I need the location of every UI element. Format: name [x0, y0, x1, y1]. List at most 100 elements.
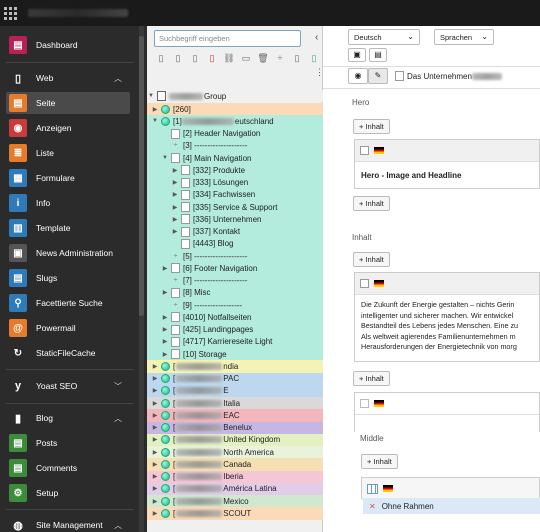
- caret-right-icon[interactable]: ▶: [151, 485, 159, 492]
- tree-node[interactable]: ▶ [10] Storage: [147, 348, 323, 361]
- new-page-icon[interactable]: ▯: [155, 53, 167, 65]
- new-content-icon[interactable]: ▣: [348, 48, 366, 62]
- caret-right-icon[interactable]: ▶: [161, 351, 169, 358]
- tree-node[interactable]: ▶ [332] Produkte: [147, 164, 323, 177]
- caret-right-icon[interactable]: ▶: [151, 363, 159, 370]
- sidebar-item-template[interactable]: ▥ Template: [6, 217, 130, 239]
- collapse-panel-icon[interactable]: ‹: [315, 32, 318, 43]
- caret-down-icon[interactable]: ▼: [151, 118, 159, 124]
- frame-setting[interactable]: ✕ Ohne Rahmen: [363, 498, 540, 514]
- tree-node[interactable]: ▶[América Latina: [147, 482, 323, 496]
- caret-right-icon[interactable]: ▶: [161, 338, 169, 345]
- caret-right-icon[interactable]: ▶: [161, 265, 169, 272]
- tree-node[interactable]: ▶ [333] Lösungen: [147, 176, 323, 189]
- caret-right-icon[interactable]: ▶: [151, 106, 159, 113]
- tree-node[interactable]: ÷ [7] --------------------: [147, 274, 323, 287]
- caret-right-icon[interactable]: ▶: [171, 228, 179, 235]
- tree-node[interactable]: ▶[Mexico: [147, 495, 323, 508]
- caret-right-icon[interactable]: ▶: [151, 400, 159, 407]
- new-page-inside-icon[interactable]: ▯: [172, 53, 184, 65]
- caret-right-icon[interactable]: ▶: [161, 289, 169, 296]
- clipboard-icon[interactable]: ▤: [369, 48, 387, 62]
- sidebar-item-info[interactable]: i Info: [6, 192, 130, 214]
- delete-page-icon[interactable]: ▯: [206, 53, 218, 65]
- content-element-text[interactable]: Die Zukunft der Energie gestalten – nich…: [354, 272, 540, 362]
- sidebar-item-posts[interactable]: ▤ Posts: [6, 432, 130, 454]
- tree-node[interactable]: ▶[North America: [147, 446, 323, 459]
- caret-right-icon[interactable]: ▶: [151, 498, 159, 505]
- tree-node[interactable]: ▶[EAC: [147, 409, 323, 422]
- select-checkbox[interactable]: [360, 279, 369, 288]
- caret-right-icon[interactable]: ▶: [171, 191, 179, 198]
- sidebar-item-liste[interactable]: ≣ Liste: [6, 142, 130, 164]
- tree-node[interactable]: ▶[Italia: [147, 397, 323, 410]
- sidebar-item-facettierte-suche[interactable]: ⚲ Facettierte Suche: [6, 292, 130, 314]
- sidebar-group-yoast[interactable]: y Yoast SEO ﹀: [6, 375, 130, 397]
- tree-node[interactable]: ▶ [335] Service & Support: [147, 201, 323, 214]
- caret-right-icon[interactable]: ▶: [171, 204, 179, 211]
- tree-node[interactable]: ÷ [3] --------------------: [147, 139, 323, 153]
- tree-node[interactable]: ▶ [260]: [147, 103, 323, 116]
- tree-node[interactable]: ▶[PAC: [147, 372, 323, 385]
- tree-node[interactable]: ▶ [334] Fachwissen: [147, 188, 323, 202]
- recycler-icon[interactable]: ▯: [291, 53, 303, 65]
- tree-node[interactable]: ▼ [4] Main Navigation: [147, 152, 323, 165]
- add-content-button[interactable]: + Inhalt: [353, 119, 390, 134]
- caret-right-icon[interactable]: ▶: [161, 326, 169, 333]
- languages-menu[interactable]: Sprachen ⌄: [434, 29, 494, 45]
- sidebar-item-news[interactable]: ▣ News Administration: [6, 242, 130, 264]
- tree-node[interactable]: [4443] Blog: [147, 237, 323, 251]
- sidebar-item-dashboard[interactable]: ▤ Dashboard: [6, 34, 130, 56]
- trash-icon[interactable]: 🗑: [257, 53, 269, 65]
- tree-node[interactable]: ÷ [5] --------------------: [147, 250, 323, 263]
- link-icon[interactable]: ⛓: [223, 53, 235, 65]
- tree-node[interactable]: ▼ [1] eutschland: [147, 115, 323, 128]
- content-element-nested[interactable]: [361, 477, 540, 500]
- sidebar-item-powermail[interactable]: @ Powermail: [6, 317, 130, 339]
- sidebar-group-site-management[interactable]: ◍ Site Management ︿: [6, 514, 130, 532]
- tree-node[interactable]: ▶[United Kingdom: [147, 433, 323, 447]
- caret-down-icon[interactable]: ▼: [161, 155, 169, 161]
- sidebar-item-setup[interactable]: ⚙ Setup: [6, 482, 130, 504]
- tree-node[interactable]: ▶[Iberia: [147, 470, 323, 483]
- tree-node[interactable]: ▶ [8] Misc: [147, 286, 323, 300]
- caret-right-icon[interactable]: ▶: [171, 179, 179, 186]
- caret-right-icon[interactable]: ▶: [151, 387, 159, 394]
- caret-right-icon[interactable]: ▶: [171, 216, 179, 223]
- select-checkbox[interactable]: [360, 146, 369, 155]
- sidebar-group-web[interactable]: ▯ Web ︿: [6, 67, 130, 89]
- tree-node[interactable]: ▶[Canada: [147, 458, 323, 471]
- divider-icon[interactable]: ÷: [274, 53, 286, 65]
- caret-right-icon[interactable]: ▶: [151, 436, 159, 443]
- tree-node[interactable]: ▶[ndia: [147, 360, 323, 373]
- sidebar-item-seite[interactable]: ▤ Seite: [6, 92, 130, 114]
- caret-right-icon[interactable]: ▶: [151, 461, 159, 468]
- tree-node[interactable]: ▶ [336] Unternehmen: [147, 213, 323, 226]
- add-content-button[interactable]: + Inhalt: [353, 371, 390, 386]
- caret-down-icon[interactable]: ▼: [147, 93, 155, 99]
- new-page-after-icon[interactable]: ▯: [189, 53, 201, 65]
- caret-right-icon[interactable]: ▶: [151, 375, 159, 382]
- caret-right-icon[interactable]: ▶: [151, 449, 159, 456]
- tree-node[interactable]: ▶ [4717] Karriereseite Light: [147, 335, 323, 349]
- caret-right-icon[interactable]: ▶: [161, 314, 169, 321]
- view-button[interactable]: ◉: [348, 68, 368, 84]
- add-content-button[interactable]: + Inhalt: [353, 252, 390, 267]
- tree-root[interactable]: ▼ Group: [147, 90, 323, 103]
- tree-node[interactable]: ▶ [4010] Notfallseiten: [147, 311, 323, 324]
- tree-node[interactable]: ÷ [9] ------------------: [147, 299, 323, 312]
- caret-right-icon[interactable]: ▶: [151, 412, 159, 419]
- tree-node[interactable]: ▶ [337] Kontakt: [147, 225, 323, 238]
- apps-grid-icon[interactable]: [3, 6, 17, 20]
- caret-right-icon[interactable]: ▶: [171, 167, 179, 174]
- sidebar-item-slugs[interactable]: ▤ Slugs: [6, 267, 130, 289]
- tree-node[interactable]: ▶ [6] Footer Navigation: [147, 262, 323, 275]
- sidebar-item-staticfilecache[interactable]: ↻ StaticFileCache: [6, 342, 130, 364]
- caret-right-icon[interactable]: ▶: [151, 424, 159, 431]
- tree-node[interactable]: ▶[E: [147, 384, 323, 398]
- content-element-container[interactable]: [354, 392, 540, 432]
- caret-right-icon[interactable]: ▶: [151, 473, 159, 480]
- caret-right-icon[interactable]: ▶: [151, 510, 159, 517]
- sidebar-group-blog[interactable]: ▮ Blog ︿: [6, 407, 130, 429]
- folder-icon[interactable]: ▭: [240, 53, 252, 65]
